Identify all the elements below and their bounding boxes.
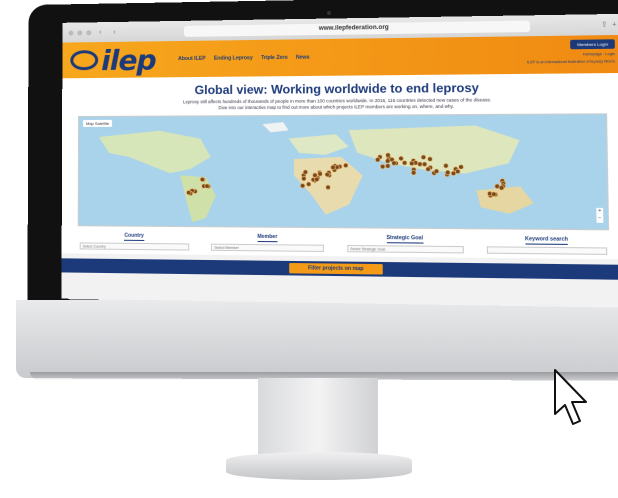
filter-keyword: Keyword search <box>486 236 608 255</box>
nav-ending-leprosy[interactable]: Ending Leprosy <box>214 55 253 62</box>
project-pin-icon[interactable] <box>402 161 407 166</box>
back-icon[interactable]: ‹ <box>95 29 105 36</box>
site-logo[interactable]: ilep <box>70 43 156 77</box>
window-close-icon[interactable] <box>68 30 74 36</box>
member-select[interactable] <box>211 243 325 252</box>
logo-mark-icon <box>70 50 99 71</box>
filter-country-label: Country <box>124 232 144 241</box>
project-pin-icon[interactable] <box>392 161 397 166</box>
project-pin-icon[interactable] <box>421 155 426 160</box>
project-pin-icon[interactable] <box>399 156 404 161</box>
project-pin-icon[interactable] <box>443 163 448 168</box>
project-pin-icon[interactable] <box>331 165 336 170</box>
project-pin-icon[interactable] <box>491 192 496 197</box>
logo-text: ilep <box>101 42 156 77</box>
filter-member: Member <box>211 233 325 252</box>
project-pin-icon[interactable] <box>326 185 331 190</box>
zoom-control[interactable]: + − <box>596 207 604 223</box>
site-header: ilep About ILEP Ending Leprosy Triple Ze… <box>62 34 618 79</box>
project-pin-icon[interactable] <box>434 169 439 174</box>
filter-member-label: Member <box>257 233 278 243</box>
header-tagline: ILEP is an international federation of l… <box>526 59 616 65</box>
filter-goal: Strategic Goal <box>346 234 464 254</box>
project-pin-icon[interactable] <box>186 190 191 194</box>
keyword-search-input[interactable] <box>486 246 608 255</box>
project-pin-icon[interactable] <box>409 161 414 166</box>
project-pin-icon[interactable] <box>302 176 307 181</box>
project-pin-icon[interactable] <box>200 177 205 181</box>
project-pin-icon[interactable] <box>499 185 504 190</box>
nav-triple-zero[interactable]: Triple Zero <box>261 55 288 61</box>
share-icon[interactable]: ⇪ <box>601 20 608 28</box>
project-pin-icon[interactable] <box>385 164 390 169</box>
imac-stand <box>258 378 378 458</box>
window-minimize-icon[interactable] <box>77 29 83 35</box>
project-pin-icon[interactable] <box>418 162 423 167</box>
project-map[interactable]: Map Satellite + − <box>77 113 610 231</box>
imac-chin <box>16 297 618 381</box>
imac-stand-base <box>226 452 412 480</box>
page-content: Global view: Working worldwide to end le… <box>61 72 618 260</box>
forward-icon[interactable]: › <box>109 28 119 35</box>
new-tab-icon[interactable]: + <box>612 21 617 28</box>
header-links[interactable]: Homepage · Login <box>583 52 615 57</box>
project-pin-icon[interactable] <box>380 164 385 169</box>
project-pin-icon[interactable] <box>411 171 416 176</box>
nav-about[interactable]: About ILEP <box>178 56 206 62</box>
project-pin-icon[interactable] <box>343 163 348 168</box>
project-pin-icon[interactable] <box>455 169 460 174</box>
map-type-toggle[interactable]: Map Satellite <box>83 119 113 127</box>
project-pin-icon[interactable] <box>300 184 305 189</box>
camera-dot <box>327 11 331 15</box>
project-pin-icon[interactable] <box>428 157 433 162</box>
project-pin-icon[interactable] <box>426 167 431 172</box>
filter-row: Country Member Strategic Goal Keyword se… <box>79 232 608 255</box>
filter-country: Country <box>79 232 190 251</box>
project-pin-icon[interactable] <box>375 157 380 162</box>
project-markers <box>79 114 609 229</box>
project-pin-icon[interactable] <box>385 159 390 164</box>
country-select[interactable] <box>79 242 190 251</box>
project-pin-icon[interactable] <box>313 173 318 178</box>
filter-keyword-label: Keyword search <box>524 236 569 245</box>
mouse-pointer-icon <box>554 369 587 425</box>
nav-news[interactable]: News <box>296 55 310 61</box>
project-pin-icon[interactable] <box>445 170 450 175</box>
imac-scene: ‹ › www.ilepfederation.org ⇪ + ilep Abou… <box>0 0 618 498</box>
members-login-button[interactable]: Members Login <box>570 39 615 50</box>
project-pin-icon[interactable] <box>205 184 210 188</box>
project-pin-icon[interactable] <box>314 177 319 182</box>
page-title: Global view: Working worldwide to end le… <box>194 80 480 98</box>
filter-goal-label: Strategic Goal <box>386 234 424 244</box>
zoom-in-icon[interactable]: + <box>596 208 603 216</box>
filter-projects-button[interactable]: Filter projects on map <box>289 262 383 275</box>
project-pin-icon[interactable] <box>325 172 330 177</box>
header-right: Members Login Homepage · Login ILEP is a… <box>526 39 616 65</box>
project-pin-icon[interactable] <box>386 153 391 158</box>
project-pin-icon[interactable] <box>459 165 464 170</box>
project-pin-icon[interactable] <box>303 170 308 175</box>
window-zoom-icon[interactable] <box>86 29 92 35</box>
project-pin-icon[interactable] <box>318 172 323 177</box>
url-text: www.ilepfederation.org <box>318 24 389 32</box>
project-pin-icon[interactable] <box>306 182 311 187</box>
project-pin-icon[interactable] <box>422 162 427 167</box>
address-bar[interactable]: www.ilepfederation.org <box>183 20 531 37</box>
zoom-out-icon[interactable]: − <box>596 215 603 223</box>
filter-bar: Filter projects on map <box>61 258 618 280</box>
screen: ‹ › www.ilepfederation.org ⇪ + ilep Abou… <box>61 13 618 308</box>
main-nav: About ILEP Ending Leprosy Triple Zero Ne… <box>178 55 310 63</box>
strategic-goal-select[interactable] <box>346 244 464 254</box>
